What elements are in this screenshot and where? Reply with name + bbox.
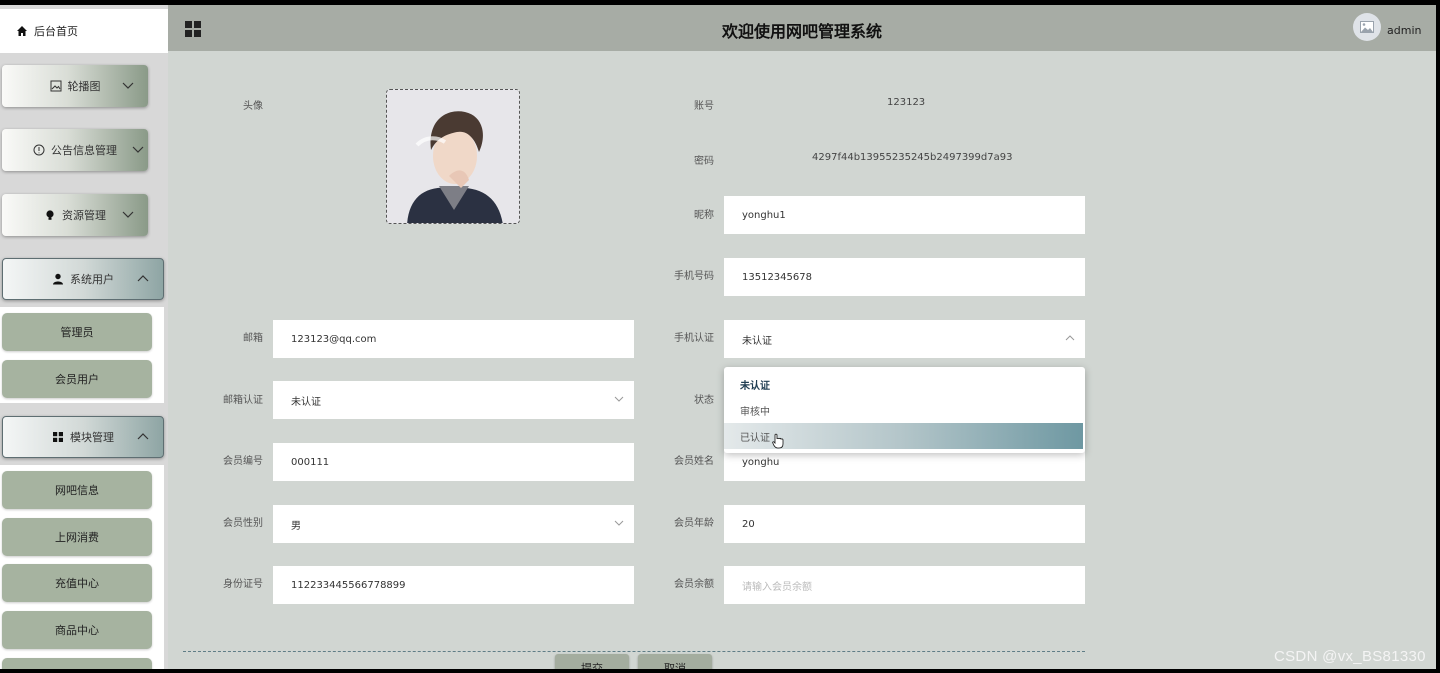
id-card-label: 身份证号: [223, 579, 263, 590]
status-label: 状态: [694, 395, 714, 406]
balance-input[interactable]: 请输入会员余额: [724, 566, 1085, 604]
image-icon: [1360, 21, 1374, 33]
image-icon: [50, 80, 61, 92]
sidebar-menu-label: 系统用户: [70, 273, 114, 286]
phone-label: 手机号码: [674, 271, 714, 282]
member-no-input[interactable]: 000111: [273, 443, 634, 481]
submit-button[interactable]: 提交: [555, 654, 629, 669]
sidebar-item-recharge[interactable]: 充值中心: [2, 564, 152, 602]
phone-verify-label: 手机认证: [674, 333, 714, 344]
nickname-label: 昵称: [694, 210, 714, 221]
email-input[interactable]: 123123@qq.com: [273, 320, 634, 358]
app-window: 后台首页 轮播图 公告信息管理 资源管理 系统用户 管理员 会员用户 模块管理 …: [0, 5, 1436, 669]
hand-cursor-icon: [772, 433, 784, 449]
email-verify-select[interactable]: 未认证: [273, 381, 634, 419]
sidebar-menu-label: 模块管理: [70, 431, 114, 444]
system-users-submenu: 管理员 会员用户: [0, 307, 164, 403]
phone-input[interactable]: 13512345678: [724, 258, 1085, 296]
sidebar-item-consumption[interactable]: 上网消费: [2, 518, 152, 556]
modules-submenu: 网吧信息 上网消费 充值中心 商品中心: [0, 465, 164, 669]
password-value: 4297f44b13955235245b2497399d7a93: [812, 152, 1013, 163]
chevron-down-icon: [614, 520, 624, 526]
sidebar-item-netcafe-info[interactable]: 网吧信息: [2, 471, 152, 509]
phone-verify-select[interactable]: 未认证: [724, 320, 1085, 358]
home-icon: [17, 26, 27, 36]
dropdown-option-unverified[interactable]: 未认证: [724, 371, 1083, 397]
sidebar-item-admin[interactable]: 管理员: [2, 313, 152, 351]
email-label: 邮箱: [243, 333, 263, 344]
sidebar-menu-label: 公告信息管理: [51, 144, 117, 157]
info-icon: [33, 144, 45, 156]
email-verify-label: 邮箱认证: [223, 395, 263, 406]
sidebar-menu-carousel[interactable]: 轮播图: [2, 65, 148, 107]
id-card-input[interactable]: 112233445566778899: [273, 566, 634, 604]
user-icon: [53, 273, 63, 285]
member-name-label: 会员姓名: [674, 456, 714, 467]
member-no-label: 会员编号: [223, 456, 263, 467]
avatar[interactable]: [1353, 13, 1381, 41]
chevron-down-icon: [614, 396, 624, 402]
age-input[interactable]: 20: [724, 505, 1085, 543]
balance-label: 会员余额: [674, 579, 714, 590]
avatar-image: [387, 90, 519, 223]
sidebar-item-member-users[interactable]: 会员用户: [2, 360, 152, 398]
sidebar-menu-system-users[interactable]: 系统用户: [2, 258, 164, 300]
sidebar-menu-modules[interactable]: 模块管理: [2, 416, 164, 458]
nickname-input[interactable]: yonghu1: [724, 196, 1085, 234]
sidebar-menu-notice[interactable]: 公告信息管理: [2, 129, 148, 171]
watermark: CSDN @vx_BS81330: [1274, 648, 1426, 665]
gender-label: 会员性别: [223, 518, 263, 529]
cancel-button[interactable]: 取消: [638, 654, 712, 669]
dropdown-option-reviewing[interactable]: 审核中: [724, 397, 1083, 423]
bulb-icon: [46, 210, 54, 220]
sidebar-item-goods[interactable]: 商品中心: [2, 611, 152, 649]
sidebar-menu-resource[interactable]: 资源管理: [2, 194, 148, 236]
chevron-up-icon: [137, 275, 149, 282]
sidebar-menu-label: 资源管理: [62, 209, 106, 222]
chevron-up-icon: [137, 433, 149, 440]
sidebar-menu-label: 轮播图: [67, 80, 101, 93]
avatar-upload[interactable]: [386, 89, 520, 224]
page-title: 欢迎使用网吧管理系统: [721, 22, 882, 41]
email-verify-value: 未认证: [291, 396, 321, 408]
grid-icon: [53, 432, 63, 442]
avatar-label: 头像: [243, 101, 263, 112]
form-divider: [183, 651, 1085, 652]
sidebar-item-label: 后台首页: [34, 25, 78, 38]
account-value: 123123: [887, 97, 926, 108]
top-header: 欢迎使用网吧管理系统 admin: [168, 5, 1436, 51]
gender-value: 男: [291, 520, 301, 532]
chevron-down-icon: [122, 211, 134, 218]
phone-verify-dropdown: 未认证 审核中 已认证: [724, 367, 1085, 453]
chevron-down-icon: [132, 146, 144, 153]
age-label: 会员年龄: [674, 518, 714, 529]
chevron-down-icon: [122, 82, 134, 89]
sidebar-item-more[interactable]: [2, 658, 152, 669]
chevron-up-icon: [1065, 335, 1075, 341]
account-label: 账号: [694, 101, 714, 112]
gender-select[interactable]: 男: [273, 505, 634, 543]
sidebar: 后台首页 轮播图 公告信息管理 资源管理 系统用户 管理员 会员用户 模块管理 …: [0, 5, 168, 669]
username[interactable]: admin: [1387, 24, 1421, 37]
password-label: 密码: [694, 156, 714, 167]
phone-verify-value: 未认证: [742, 335, 772, 347]
sidebar-item-home[interactable]: 后台首页: [0, 9, 168, 53]
